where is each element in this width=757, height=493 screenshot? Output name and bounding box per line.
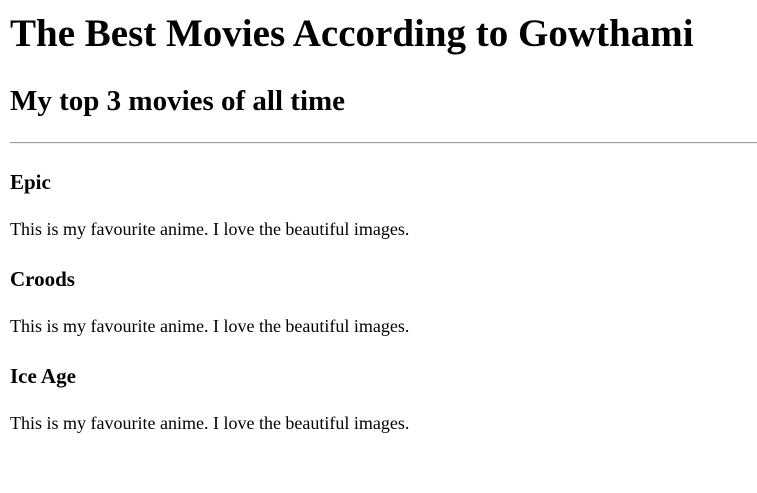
page-title: The Best Movies According to Gowthami xyxy=(10,12,694,55)
movie-description-epic: This is my favourite anime. I love the b… xyxy=(10,219,410,239)
movie-description-ice-age: This is my favourite anime. I love the b… xyxy=(10,413,410,433)
movie-title-croods: Croods xyxy=(10,267,75,291)
horizontal-divider xyxy=(10,142,757,144)
movie-description-croods: This is my favourite anime. I love the b… xyxy=(10,316,410,336)
movie-title-epic: Epic xyxy=(10,170,51,194)
page-subtitle: My top 3 movies of all time xyxy=(10,85,346,117)
movie-title-ice-age: Ice Age xyxy=(10,364,76,388)
